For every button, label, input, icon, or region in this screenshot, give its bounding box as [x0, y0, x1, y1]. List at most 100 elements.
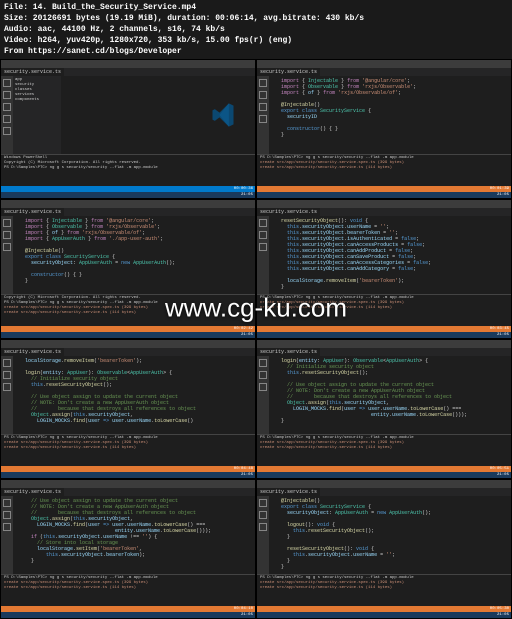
windows-taskbar[interactable]: 21:05 — [1, 472, 255, 478]
git-icon[interactable] — [259, 383, 267, 391]
terminal-panel[interactable]: PS D:\Samples\PTC> ng g s security/secur… — [1, 574, 255, 606]
clock: 21:05 — [497, 613, 509, 617]
editor-tabs[interactable]: security.service.ts — [1, 68, 255, 76]
clock: 21:05 — [497, 193, 509, 197]
windows-taskbar[interactable]: 21:05 — [257, 612, 511, 618]
tab-security[interactable]: security.service.ts — [1, 208, 65, 216]
window-titlebar[interactable] — [1, 200, 255, 208]
files-icon[interactable] — [259, 79, 267, 87]
files-icon[interactable] — [3, 79, 11, 87]
files-icon[interactable] — [3, 219, 11, 227]
files-icon[interactable] — [259, 219, 267, 227]
timestamp: 00:05:30 — [490, 607, 509, 611]
clock: 21:05 — [241, 333, 253, 337]
windows-taskbar[interactable]: 21:05 — [257, 332, 511, 338]
tab-security[interactable]: security.service.ts — [257, 208, 321, 216]
window-titlebar[interactable] — [257, 480, 511, 488]
files-icon[interactable] — [3, 499, 11, 507]
extensions-icon[interactable] — [3, 127, 11, 135]
window-titlebar[interactable] — [1, 60, 255, 68]
editor-tabs[interactable]: security.service.ts — [257, 488, 511, 496]
search-icon[interactable] — [259, 371, 267, 379]
window-titlebar[interactable] — [257, 340, 511, 348]
editor-tabs[interactable]: security.service.ts — [257, 68, 511, 76]
code-editor[interactable]: import { Injectable } from '@angular/cor… — [13, 216, 255, 294]
term-line: create src/app/security/security.service… — [4, 586, 252, 591]
code-editor[interactable]: import { Injectable } from '@angular/cor… — [269, 76, 511, 154]
editor-tabs[interactable]: security.service.ts — [1, 208, 255, 216]
search-icon[interactable] — [259, 91, 267, 99]
code-editor[interactable] — [61, 76, 255, 154]
tab-security[interactable]: security.service.ts — [1, 348, 65, 356]
term-line: create src/app/security/security.service… — [260, 306, 508, 311]
activity-bar[interactable] — [257, 496, 269, 574]
activity-bar[interactable] — [1, 496, 13, 574]
files-icon[interactable] — [259, 499, 267, 507]
terminal-panel[interactable]: PS D:\Samples\PTC> ng g s security/secur… — [257, 154, 511, 186]
editor-tabs[interactable]: security.service.ts — [1, 348, 255, 356]
timestamp: 00:04:10 — [234, 607, 253, 611]
windows-taskbar[interactable]: 21:05 — [1, 332, 255, 338]
files-icon[interactable] — [3, 359, 11, 367]
git-icon[interactable] — [259, 243, 267, 251]
tab-security[interactable]: security.service.ts — [257, 488, 321, 496]
terminal-panel[interactable]: PS D:\Samples\PTC> ng g s security/secur… — [257, 294, 511, 326]
debug-icon[interactable] — [3, 115, 11, 123]
code-block-4: localStorage.removeItem('bearerToken'); … — [25, 358, 196, 424]
editor-tabs[interactable]: security.service.ts — [257, 208, 511, 216]
debug-icon[interactable] — [259, 115, 267, 123]
code-editor[interactable]: resetSecurityObject(): void { this.secur… — [269, 216, 511, 294]
thumb-5: security.service.ts localStorage.removeI… — [0, 339, 256, 479]
git-icon[interactable] — [3, 103, 11, 111]
activity-bar[interactable] — [1, 216, 13, 294]
tab-security[interactable]: security.service.ts — [1, 488, 65, 496]
window-titlebar[interactable] — [1, 340, 255, 348]
term-line: create src/app/security/security.service… — [260, 586, 508, 591]
activity-bar[interactable] — [257, 216, 269, 294]
code-editor[interactable]: // Use object assign to update the curre… — [13, 496, 255, 574]
search-icon[interactable] — [259, 231, 267, 239]
terminal-panel[interactable]: PS D:\Samples\PTC> ng g s security/secur… — [257, 574, 511, 606]
terminal-panel[interactable]: PS D:\Samples\PTC> ng g s security/secur… — [1, 434, 255, 466]
terminal-panel[interactable]: Copyright (C) Microsoft Corporation. All… — [1, 294, 255, 326]
search-icon[interactable] — [3, 371, 11, 379]
term-line: PS D:\Samples\PTC> ng g s security/secur… — [4, 166, 252, 171]
term-line: create src/app/security/security.service… — [4, 311, 252, 316]
git-icon[interactable] — [3, 243, 11, 251]
activity-bar[interactable] — [1, 356, 13, 434]
search-icon[interactable] — [3, 511, 11, 519]
code-block-5: login(entity: AppUser): Observable<AppUs… — [281, 358, 467, 424]
windows-taskbar[interactable]: 21:05 — [1, 612, 255, 618]
terminal-panel[interactable]: Windows PowerShell Copyright (C) Microso… — [1, 154, 255, 186]
editor-tabs[interactable]: security.service.ts — [1, 488, 255, 496]
search-icon[interactable] — [3, 231, 11, 239]
tab-security[interactable]: security.service.ts — [257, 348, 321, 356]
list-item[interactable]: components — [15, 98, 59, 103]
tab-security[interactable]: security.service.ts — [1, 68, 65, 76]
search-icon[interactable] — [3, 91, 11, 99]
window-titlebar[interactable] — [257, 60, 511, 68]
editor-tabs[interactable]: security.service.ts — [257, 348, 511, 356]
term-line: create src/app/security/security.service… — [4, 446, 252, 451]
git-icon[interactable] — [3, 523, 11, 531]
clock: 21:05 — [241, 473, 253, 477]
git-icon[interactable] — [259, 523, 267, 531]
window-titlebar[interactable] — [257, 200, 511, 208]
windows-taskbar[interactable]: 21:05 — [257, 472, 511, 478]
git-icon[interactable] — [3, 383, 11, 391]
activity-bar[interactable] — [1, 76, 13, 154]
code-editor[interactable]: @Injectable() export class SecurityServi… — [269, 496, 511, 574]
explorer-sidebar[interactable]: app security classes services components — [13, 76, 61, 154]
files-icon[interactable] — [259, 359, 267, 367]
windows-taskbar[interactable]: 21:05 — [257, 192, 511, 198]
git-icon[interactable] — [259, 103, 267, 111]
terminal-panel[interactable]: PS D:\Samples\PTC> ng g s security/secur… — [257, 434, 511, 466]
window-titlebar[interactable] — [1, 480, 255, 488]
windows-taskbar[interactable]: 21:05 — [1, 192, 255, 198]
search-icon[interactable] — [259, 511, 267, 519]
code-editor[interactable]: login(entity: AppUser): Observable<AppUs… — [269, 356, 511, 434]
activity-bar[interactable] — [257, 76, 269, 154]
code-editor[interactable]: localStorage.removeItem('bearerToken'); … — [13, 356, 255, 434]
activity-bar[interactable] — [257, 356, 269, 434]
tab-security[interactable]: security.service.ts — [257, 68, 321, 76]
